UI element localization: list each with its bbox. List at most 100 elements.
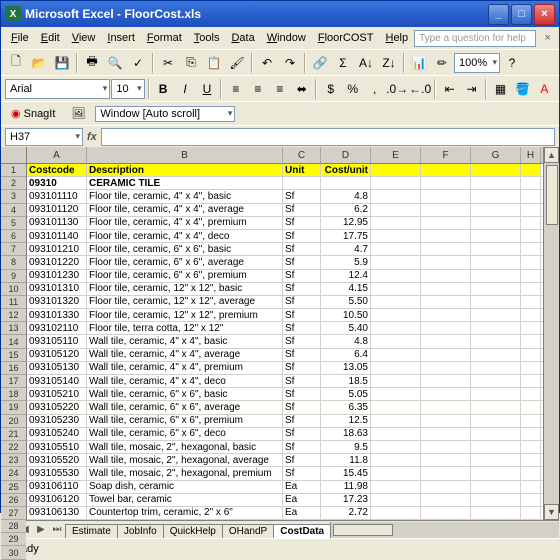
cell[interactable]	[371, 401, 421, 413]
menu-help[interactable]: Help	[379, 30, 414, 46]
cell[interactable]: 093101230	[27, 270, 87, 282]
maximize-button[interactable]: □	[511, 4, 532, 25]
increase-indent-icon[interactable]: ⇥	[461, 78, 482, 100]
cell[interactable]	[421, 454, 471, 466]
cell[interactable]: Sf	[283, 349, 321, 361]
cell[interactable]: Wall tile, mosaic, 2", hexagonal, averag…	[87, 454, 283, 466]
cell[interactable]: Floor tile, ceramic, 6" x 6", average	[87, 256, 283, 268]
font-color-icon[interactable]: A	[534, 78, 555, 100]
cell[interactable]	[421, 322, 471, 334]
cell[interactable]	[371, 335, 421, 347]
cell[interactable]: 5.05	[321, 388, 371, 400]
help-search-box[interactable]: Type a question for help	[414, 30, 536, 47]
undo-icon[interactable]: ↶	[256, 52, 278, 74]
cell[interactable]	[521, 283, 541, 295]
cell[interactable]	[471, 177, 521, 189]
cell[interactable]: 093101330	[27, 309, 87, 321]
cell[interactable]: Wall tile, ceramic, 4" x 4", premium	[87, 362, 283, 374]
sheet-tab-quickhelp[interactable]: QuickHelp	[163, 524, 223, 538]
cell[interactable]	[471, 362, 521, 374]
cell[interactable]: 093101110	[27, 190, 87, 202]
cell[interactable]: Description	[87, 164, 283, 176]
cell[interactable]: 10.50	[321, 309, 371, 321]
tab-next-icon[interactable]: ▶	[33, 524, 49, 535]
print-icon[interactable]: 🖶	[81, 52, 103, 74]
cell[interactable]: Wall tile, ceramic, 4" x 4", average	[87, 349, 283, 361]
row-header[interactable]: 24	[1, 467, 26, 480]
cell[interactable]	[471, 190, 521, 202]
cell[interactable]	[521, 349, 541, 361]
tab-last-icon[interactable]: ⏭	[49, 524, 65, 535]
fx-icon[interactable]: fx	[87, 131, 97, 143]
open-icon[interactable]: 📂	[28, 52, 50, 74]
cell[interactable]	[521, 428, 541, 440]
cell[interactable]	[521, 388, 541, 400]
cell[interactable]: 093105240	[27, 428, 87, 440]
cell[interactable]: Sf	[283, 309, 321, 321]
cell[interactable]	[471, 164, 521, 176]
menu-tools[interactable]: Tools	[188, 30, 226, 46]
cell[interactable]	[421, 230, 471, 242]
name-box[interactable]: H37	[5, 128, 83, 146]
cell[interactable]	[371, 204, 421, 216]
cell[interactable]	[371, 270, 421, 282]
cell[interactable]: 093105130	[27, 362, 87, 374]
cell[interactable]	[421, 296, 471, 308]
cell[interactable]: Unit	[283, 164, 321, 176]
row-header[interactable]: 16	[1, 362, 26, 375]
cell[interactable]: 093101140	[27, 230, 87, 242]
row-header[interactable]: 3	[1, 190, 26, 203]
cell[interactable]	[521, 164, 541, 176]
cell[interactable]: 093106120	[27, 494, 87, 506]
cell[interactable]	[421, 256, 471, 268]
cell[interactable]: 093105110	[27, 335, 87, 347]
row-header[interactable]: 12	[1, 309, 26, 322]
cell[interactable]: Floor tile, ceramic, 12" x 12", basic	[87, 283, 283, 295]
cell[interactable]: 093101120	[27, 204, 87, 216]
cell[interactable]: CERAMIC TILE	[87, 177, 283, 189]
cell[interactable]: Ea	[283, 481, 321, 493]
cell[interactable]: 12.95	[321, 217, 371, 229]
cell[interactable]: Floor tile, terra cotta, 12" x 12"	[87, 322, 283, 334]
cell[interactable]	[371, 388, 421, 400]
menu-insert[interactable]: Insert	[101, 30, 141, 46]
merge-center-icon[interactable]: ⬌	[291, 78, 312, 100]
select-all-corner[interactable]	[1, 147, 26, 164]
menu-file[interactable]: File	[5, 30, 35, 46]
cell[interactable]	[371, 217, 421, 229]
cell[interactable]	[371, 177, 421, 189]
cell[interactable]: Sf	[283, 467, 321, 479]
cell[interactable]	[371, 256, 421, 268]
cell[interactable]	[321, 177, 371, 189]
cell[interactable]: 093105510	[27, 441, 87, 453]
new-icon[interactable]: 🗋	[5, 52, 27, 74]
sheet-tab-costdata[interactable]: CostData	[273, 524, 331, 538]
cell[interactable]: Sf	[283, 190, 321, 202]
drawing-icon[interactable]: ✏	[431, 52, 453, 74]
cell[interactable]	[521, 190, 541, 202]
cell[interactable]: 6.4	[321, 349, 371, 361]
cell[interactable]: 5.40	[321, 322, 371, 334]
snagit-button[interactable]: ◉SnagIt	[5, 105, 61, 122]
row-header[interactable]: 29	[1, 533, 26, 546]
col-header-F[interactable]: F	[421, 147, 471, 163]
cell[interactable]: Sf	[283, 441, 321, 453]
font-size-select[interactable]: 10	[111, 79, 144, 99]
cell[interactable]	[283, 177, 321, 189]
row-header[interactable]: 30	[1, 546, 26, 559]
help-icon[interactable]: ?	[501, 52, 523, 74]
cell[interactable]	[421, 177, 471, 189]
cell[interactable]	[521, 309, 541, 321]
currency-icon[interactable]: $	[320, 78, 341, 100]
align-center-icon[interactable]: ≡	[247, 78, 268, 100]
cell[interactable]	[521, 415, 541, 427]
cell[interactable]	[471, 375, 521, 387]
cell[interactable]	[471, 415, 521, 427]
cell[interactable]: 4.8	[321, 190, 371, 202]
align-right-icon[interactable]: ≡	[269, 78, 290, 100]
cell[interactable]	[421, 428, 471, 440]
copy-icon[interactable]: ⎘	[180, 52, 202, 74]
cell[interactable]: 093101210	[27, 243, 87, 255]
cell[interactable]: 093105220	[27, 401, 87, 413]
row-header[interactable]: 20	[1, 415, 26, 428]
